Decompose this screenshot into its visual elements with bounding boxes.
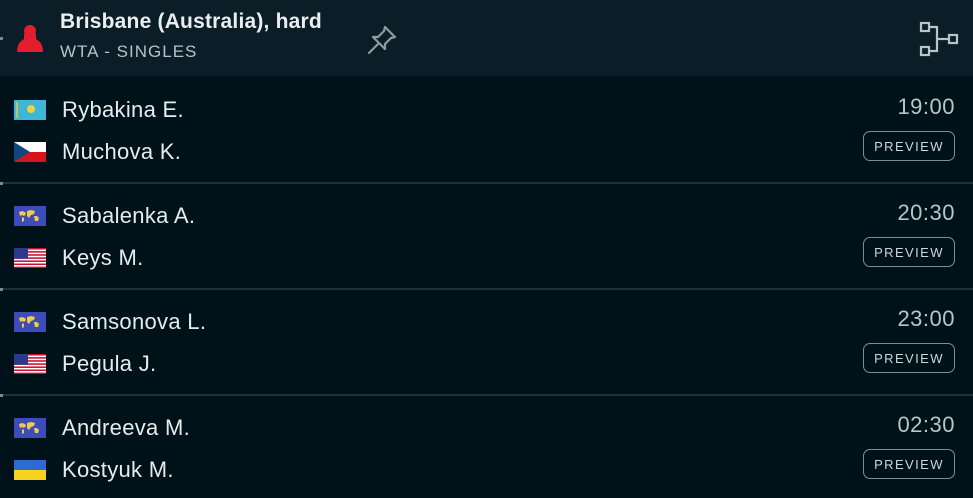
- player-name: Andreeva M.: [62, 415, 191, 440]
- player-row[interactable]: Kostyuk M.: [14, 457, 174, 483]
- match-time: 02:30: [897, 412, 955, 437]
- czech-flag-icon: [14, 142, 46, 162]
- player-name: Muchova K.: [62, 139, 182, 164]
- usa-flag-icon: [14, 248, 46, 268]
- player-name: Sabalenka A.: [62, 203, 196, 228]
- player-row[interactable]: Andreeva M.: [14, 415, 190, 441]
- left-edge-marker: [0, 37, 3, 40]
- player-name: Pegula J.: [62, 351, 157, 376]
- world-flag-icon: [14, 206, 46, 226]
- match-row[interactable]: Sabalenka A. Keys M. 20:30 PREVIEW: [0, 184, 973, 290]
- player-name: Rybakina E.: [62, 97, 184, 122]
- player-name: Keys M.: [62, 245, 144, 270]
- player-name: Kostyuk M.: [62, 457, 174, 482]
- preview-button[interactable]: PREVIEW: [863, 449, 955, 479]
- player-name: Samsonova L.: [62, 309, 207, 334]
- female-player-icon: [17, 25, 43, 52]
- tournament-subtitle: WTA - SINGLES: [60, 42, 198, 61]
- player-row[interactable]: Rybakina E.: [14, 97, 184, 123]
- tournament-title[interactable]: Brisbane (Australia), hard: [60, 10, 322, 34]
- world-flag-icon: [14, 418, 46, 438]
- match-time: 23:00: [897, 306, 955, 331]
- world-flag-icon: [14, 312, 46, 332]
- ukraine-flag-icon: [14, 460, 46, 480]
- left-edge-marker: [0, 288, 3, 291]
- match-row[interactable]: Samsonova L. Pegula J. 23:00 PREVIEW: [0, 290, 973, 396]
- preview-button[interactable]: PREVIEW: [863, 237, 955, 267]
- preview-button[interactable]: PREVIEW: [863, 131, 955, 161]
- kazakhstan-flag-icon: [14, 100, 46, 120]
- left-edge-marker: [0, 394, 3, 397]
- pin-icon[interactable]: [364, 22, 400, 58]
- match-row[interactable]: Rybakina E. Muchova K. 19:00 PREVIEW: [0, 78, 973, 184]
- usa-flag-icon: [14, 354, 46, 374]
- player-row[interactable]: Muchova K.: [14, 139, 181, 165]
- preview-button[interactable]: PREVIEW: [863, 343, 955, 373]
- player-row[interactable]: Pegula J.: [14, 351, 156, 377]
- draw-bracket-icon[interactable]: [918, 20, 960, 58]
- match-time: 20:30: [897, 200, 955, 225]
- player-row[interactable]: Samsonova L.: [14, 309, 206, 335]
- left-edge-marker: [0, 182, 3, 185]
- player-row[interactable]: Sabalenka A.: [14, 203, 195, 229]
- player-row[interactable]: Keys M.: [14, 245, 144, 271]
- match-row[interactable]: Andreeva M. Kostyuk M. 02:30 PREVIEW: [0, 396, 973, 498]
- tournament-header: Brisbane (Australia), hard WTA - SINGLES: [0, 0, 973, 76]
- match-time: 19:00: [897, 94, 955, 119]
